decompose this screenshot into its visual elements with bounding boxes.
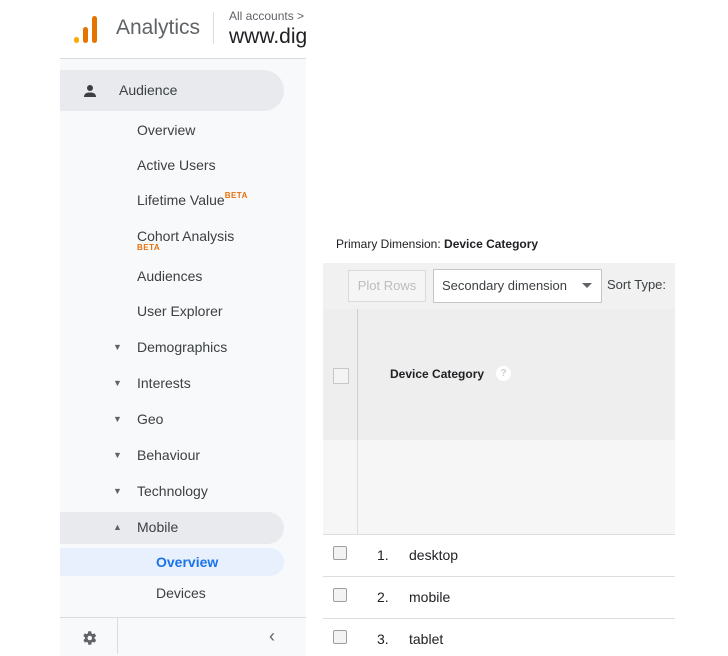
triangle-down-icon: ▼ bbox=[113, 450, 122, 460]
row-checkbox[interactable] bbox=[333, 546, 347, 560]
sidebar-item-label: Audience bbox=[119, 82, 178, 98]
select-all-checkbox[interactable] bbox=[333, 368, 349, 384]
triangle-down-icon: ▼ bbox=[113, 342, 122, 352]
report-panel: Primary Dimension: Device Category Plot … bbox=[323, 215, 675, 655]
sidebar-item-mobile-overview[interactable]: Overview bbox=[60, 548, 284, 576]
logo-bar-medium bbox=[83, 27, 88, 43]
table-toolbar: Plot Rows Secondary dimension Sort Type: bbox=[323, 263, 675, 309]
logo-bar-large bbox=[92, 16, 97, 43]
gear-icon[interactable] bbox=[80, 629, 98, 647]
top-bar: Analytics All accounts > www.dig bbox=[60, 0, 306, 59]
sidebar-item-user-explorer[interactable]: User Explorer bbox=[137, 303, 223, 319]
table-summary-row bbox=[323, 440, 675, 535]
app-title: Analytics bbox=[116, 16, 201, 39]
person-icon bbox=[84, 85, 96, 97]
sidebar-item-label: Interests bbox=[137, 375, 191, 391]
header-divider bbox=[213, 12, 214, 44]
sidebar-item-geo[interactable]: ▼ Geo bbox=[60, 404, 284, 436]
sidebar-item-cohort-analysis[interactable]: Cohort Analysis BETA bbox=[137, 228, 235, 252]
primary-dimension: Primary Dimension: Device Category bbox=[336, 237, 538, 251]
sidebar-item-behaviour[interactable]: ▼ Behaviour bbox=[60, 440, 284, 472]
primary-dimension-value[interactable]: Device Category bbox=[444, 237, 538, 251]
property-name[interactable]: www.dig bbox=[229, 25, 306, 49]
sidebar-item-label: User Explorer bbox=[137, 303, 223, 319]
row-device-category[interactable]: desktop bbox=[409, 547, 458, 563]
sidebar-item-active-users[interactable]: Active Users bbox=[137, 157, 216, 173]
sidebar-item-label: Demographics bbox=[137, 339, 228, 355]
sidebar-item-label: Mobile bbox=[137, 519, 179, 535]
sidebar-item-label: Devices bbox=[156, 585, 206, 601]
triangle-up-icon: ▲ bbox=[113, 522, 122, 532]
beta-badge: BETA bbox=[224, 191, 248, 200]
sidebar-item-technology[interactable]: ▼ Technology bbox=[60, 476, 284, 508]
row-checkbox[interactable] bbox=[333, 588, 347, 602]
triangle-down-icon: ▼ bbox=[113, 414, 122, 424]
help-icon[interactable]: ? bbox=[496, 366, 511, 381]
chevron-down-icon bbox=[582, 283, 592, 288]
sidebar-item-label: Audiences bbox=[137, 268, 203, 284]
footer-divider bbox=[117, 618, 118, 654]
sidebar-item-label: Active Users bbox=[137, 157, 216, 173]
secondary-dimension-dropdown[interactable]: Secondary dimension bbox=[433, 269, 602, 303]
secondary-dimension-label: Secondary dimension bbox=[442, 278, 568, 293]
sidebar-item-label: Lifetime Value bbox=[137, 192, 225, 208]
table-row[interactable]: 1. desktop bbox=[323, 535, 675, 577]
table-row[interactable]: 2. mobile bbox=[323, 577, 675, 619]
row-device-category[interactable]: mobile bbox=[409, 589, 450, 605]
sidebar-item-audiences[interactable]: Audiences bbox=[137, 268, 202, 284]
sidebar-item-label: Cohort Analysis bbox=[137, 228, 235, 244]
column-divider bbox=[357, 309, 358, 440]
row-number: 1. bbox=[377, 547, 389, 563]
sidebar-footer: ‹ bbox=[60, 617, 306, 656]
sidebar-item-label: Overview bbox=[156, 554, 219, 570]
plot-rows-button[interactable]: Plot Rows bbox=[348, 270, 426, 302]
sidebar-item-label: Technology bbox=[137, 483, 208, 499]
sidebar-item-label: Behaviour bbox=[137, 447, 201, 463]
logo-bar-small bbox=[74, 37, 79, 43]
row-checkbox[interactable] bbox=[333, 630, 347, 644]
sidebar-item-demographics[interactable]: ▼ Demographics bbox=[60, 332, 284, 364]
sidebar-item-audience[interactable]: Audience bbox=[60, 70, 284, 111]
analytics-logo[interactable] bbox=[74, 13, 100, 43]
sort-type-label: Sort Type: bbox=[607, 277, 667, 292]
triangle-down-icon: ▼ bbox=[113, 378, 122, 388]
row-device-category[interactable]: tablet bbox=[409, 631, 443, 647]
column-divider bbox=[357, 440, 358, 534]
row-number: 2. bbox=[377, 589, 389, 605]
row-number: 3. bbox=[377, 631, 389, 647]
sidebar-item-overview[interactable]: Overview bbox=[137, 122, 195, 138]
sidebar-item-label: Geo bbox=[137, 411, 164, 427]
sidebar-item-interests[interactable]: ▼ Interests bbox=[60, 368, 284, 400]
table-row[interactable]: 3. tablet bbox=[323, 619, 675, 655]
chevron-left-icon[interactable]: ‹ bbox=[269, 626, 275, 647]
beta-badge: BETA bbox=[137, 243, 161, 252]
all-accounts-link[interactable]: All accounts > bbox=[229, 9, 304, 23]
sidebar-item-lifetime-value[interactable]: Lifetime ValueBETA bbox=[137, 191, 248, 208]
sidebar-item-label: Overview bbox=[137, 122, 196, 138]
primary-dimension-label: Primary Dimension: bbox=[336, 237, 441, 251]
sidebar-item-devices[interactable]: Devices bbox=[156, 585, 206, 601]
column-header-device-category[interactable]: Device Category bbox=[390, 367, 484, 381]
triangle-down-icon: ▼ bbox=[113, 486, 122, 496]
sidebar-item-mobile[interactable]: ▲ Mobile bbox=[60, 512, 284, 544]
